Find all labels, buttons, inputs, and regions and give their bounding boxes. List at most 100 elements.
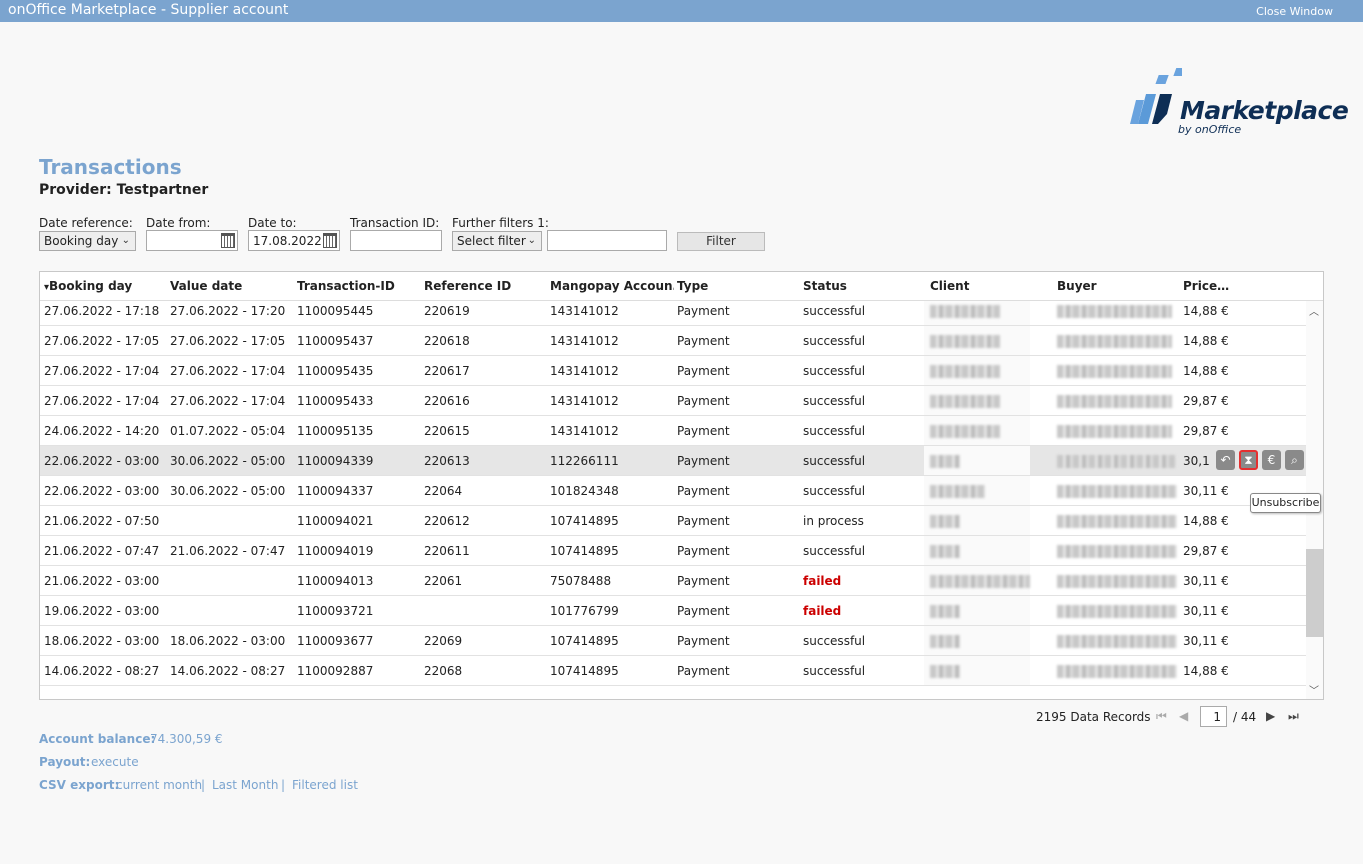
column-header-buyer[interactable]: Buyer: [1057, 279, 1177, 293]
table-body: 27.06.2022 - 17:18 27.06.2022 - 17:20 1100…: [40, 301, 1306, 699]
date-from-input[interactable]: [146, 230, 238, 251]
table-row[interactable]: 22.06.2022 - 03:00 30.06.2022 - 05:00 1100…: [40, 476, 1306, 506]
logo-wordmark: Marketplace: [1180, 96, 1349, 125]
cell-status: successful: [803, 364, 866, 378]
euro-icon[interactable]: €: [1262, 450, 1281, 470]
cell-type: Payment: [677, 334, 730, 348]
cell-reference-id: 220616: [424, 394, 470, 408]
cell-reference-id: 220617: [424, 364, 470, 378]
csv-filtered-list-link[interactable]: Filtered list: [292, 778, 358, 792]
buyer-redacted: [1057, 455, 1177, 468]
hourglass-icon[interactable]: ⧗: [1239, 450, 1258, 470]
undo-icon[interactable]: ↶: [1216, 450, 1235, 470]
window-title: onOffice Marketplace - Supplier account: [8, 2, 289, 18]
column-header-client[interactable]: Client: [930, 279, 1050, 293]
table-row[interactable]: 24.06.2022 - 14:20 01.07.2022 - 05:04 1100…: [40, 416, 1306, 446]
cell-mangopay-account: 143141012: [550, 364, 619, 378]
cell-transaction-id: 1100095135: [297, 424, 374, 438]
cell-value-date: 21.06.2022 - 07:47: [170, 544, 286, 558]
cell-reference-id: 22069: [424, 634, 463, 648]
table-row[interactable]: 27.06.2022 - 17:04 27.06.2022 - 17:04 1100…: [40, 386, 1306, 416]
column-header-price[interactable]: Price…: [1183, 279, 1243, 293]
cell-mangopay-account: 143141012: [550, 334, 619, 348]
title-bar: onOffice Marketplace - Supplier account …: [0, 0, 1363, 22]
cell-transaction-id: 1100094019: [297, 544, 374, 558]
cell-type: Payment: [677, 514, 730, 528]
table-row[interactable]: 27.06.2022 - 17:04 27.06.2022 - 17:04 1100…: [40, 356, 1306, 386]
buyer-redacted: [1057, 425, 1172, 438]
column-header-booking-day[interactable]: ▾Booking day: [44, 279, 164, 293]
further-filter-input[interactable]: [547, 230, 667, 251]
cell-price: 14,88 €: [1183, 334, 1229, 348]
cell-mangopay-account: 107414895: [550, 634, 619, 648]
scrollbar-thumb[interactable]: [1306, 549, 1323, 637]
date-to-label: Date to:: [248, 216, 297, 230]
filter-button[interactable]: Filter: [677, 232, 765, 251]
cell-value-date: 27.06.2022 - 17:04: [170, 394, 286, 408]
client-redacted: [930, 305, 1000, 318]
cell-booking-day: 22.06.2022 - 03:00: [44, 454, 160, 468]
cell-type: Payment: [677, 454, 730, 468]
table-row[interactable]: 21.06.2022 - 07:50 1100094021 220612 107414…: [40, 506, 1306, 536]
calendar-icon[interactable]: [323, 233, 337, 248]
first-page-icon[interactable]: ⏮: [1156, 709, 1167, 724]
magnifier-icon[interactable]: ⌕: [1285, 450, 1304, 470]
account-balance-label: Account balance:: [39, 732, 156, 746]
cell-reference-id: 220615: [424, 424, 470, 438]
cell-reference-id: 220611: [424, 544, 470, 558]
next-page-icon[interactable]: ▶: [1266, 709, 1275, 723]
table-row[interactable]: 27.06.2022 - 17:18 27.06.2022 - 17:20 1100…: [40, 301, 1306, 326]
calendar-icon[interactable]: [221, 233, 235, 248]
column-header-transaction-id[interactable]: Transaction-ID: [297, 279, 417, 293]
cell-transaction-id: 1100094021: [297, 514, 374, 528]
date-reference-select[interactable]: Booking day ⌄: [39, 231, 136, 251]
page-number-input[interactable]: 1: [1200, 706, 1227, 727]
cell-booking-day: 27.06.2022 - 17:18: [44, 304, 160, 318]
column-header-label: Price…: [1183, 279, 1230, 293]
close-window-link[interactable]: Close Window: [1256, 5, 1333, 18]
scroll-down-icon[interactable]: ﹀: [1309, 682, 1319, 697]
table-row[interactable]: 21.06.2022 - 03:00 1100094013 22061 7507848…: [40, 566, 1306, 596]
prev-page-icon[interactable]: ◀: [1179, 709, 1188, 723]
payout-execute-link[interactable]: execute: [91, 755, 139, 769]
client-redacted: [930, 455, 960, 468]
column-header-value-date[interactable]: Value date: [170, 279, 290, 293]
cell-status: successful: [803, 664, 866, 678]
table-row[interactable]: 21.06.2022 - 07:47 21.06.2022 - 07:47 1100…: [40, 536, 1306, 566]
cell-value-date: 01.07.2022 - 05:04: [170, 424, 286, 438]
buyer-redacted: [1057, 485, 1177, 498]
column-header-status[interactable]: Status: [803, 279, 923, 293]
table-row[interactable]: 22.06.2022 - 03:00 30.06.2022 - 05:00 1100…: [40, 446, 1306, 476]
cell-mangopay-account: 107414895: [550, 544, 619, 558]
column-header-label: Reference ID: [424, 279, 512, 293]
date-to-input[interactable]: 17.08.2022: [248, 230, 340, 251]
cell-transaction-id: 1100093721: [297, 604, 374, 618]
client-redacted: [930, 545, 960, 558]
table-row[interactable]: 18.06.2022 - 03:00 18.06.2022 - 03:00 1100…: [40, 626, 1306, 656]
table-row[interactable]: 27.06.2022 - 17:05 27.06.2022 - 17:05 1100…: [40, 326, 1306, 356]
cell-transaction-id: 1100094013: [297, 574, 374, 588]
cell-price: 14,88 €: [1183, 364, 1229, 378]
table-row[interactable]: 14.06.2022 - 08:27 14.06.2022 - 08:27 1100…: [40, 656, 1306, 686]
client-redacted: [930, 665, 960, 678]
buyer-redacted: [1057, 575, 1177, 588]
further-filter-select[interactable]: Select filter ⌄: [452, 231, 542, 251]
further-filter-value: Select filter: [457, 234, 526, 248]
cell-reference-id: 220618: [424, 334, 470, 348]
csv-last-month-link[interactable]: Last Month: [212, 778, 278, 792]
cell-transaction-id: 1100094339: [297, 454, 374, 468]
transaction-id-input[interactable]: [350, 230, 442, 251]
column-header-type[interactable]: Type: [677, 279, 797, 293]
cell-status: successful: [803, 634, 866, 648]
table-row[interactable]: 19.06.2022 - 03:00 1100093721 101776799 Pay…: [40, 596, 1306, 626]
scroll-up-icon[interactable]: ︿: [1309, 303, 1319, 318]
column-header-mangopay-account[interactable]: Mangopay Accoun…: [550, 279, 674, 293]
chevron-down-icon: ⌄: [527, 235, 536, 246]
cell-status: successful: [803, 544, 866, 558]
cell-mangopay-account: 101776799: [550, 604, 619, 618]
column-header-reference-id[interactable]: Reference ID: [424, 279, 544, 293]
csv-current-month-link[interactable]: current month: [116, 778, 202, 792]
cell-type: Payment: [677, 544, 730, 558]
cell-status: successful: [803, 484, 866, 498]
last-page-icon[interactable]: ⏭: [1288, 709, 1299, 724]
